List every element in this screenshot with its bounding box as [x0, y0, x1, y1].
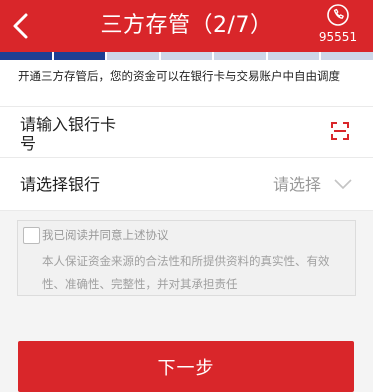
phone-service-icon — [327, 4, 349, 26]
bank-label: 请选择银行 — [20, 175, 101, 194]
card-number-label: 请输入银行卡号 — [20, 115, 117, 153]
top-header: 三方存管（2/7） 95551 — [0, 0, 373, 52]
bank-select-value[interactable]: 请选择 — [273, 175, 321, 194]
hotline-number: 95551 — [318, 30, 358, 44]
progress-step — [0, 52, 52, 60]
agreement-checkbox[interactable] — [23, 227, 40, 244]
agreement-text: 本人保证资金来源的合法性和所提供资料的真实性、有效性、准确性、完整性，并对其承担… — [42, 254, 330, 291]
progress-step — [160, 52, 213, 60]
hotline-button[interactable]: 95551 — [315, 3, 361, 49]
agreement-box: 我已阅读并同意上述协议 本人保证资金来源的合法性和所提供资料的真实性、有效性、准… — [17, 220, 356, 296]
progress-step — [53, 52, 106, 60]
progress-step — [214, 52, 266, 60]
next-step-button[interactable]: 下一步 — [18, 341, 354, 392]
step-progress — [0, 52, 373, 60]
bank-select-row[interactable]: 请选择银行 请选择 — [0, 157, 373, 211]
card-number-field[interactable]: 请输入银行卡号 — [0, 106, 373, 157]
scan-icon[interactable] — [331, 122, 349, 140]
progress-step — [107, 52, 159, 60]
progress-step — [321, 52, 373, 60]
notice-text: 开通三方存管后，您的资金可以在银行卡与交易账户中自由调度 — [0, 60, 373, 106]
progress-step — [267, 52, 320, 60]
chevron-down-icon[interactable] — [333, 178, 353, 190]
agreement-label[interactable]: 我已阅读并同意上述协议 — [42, 227, 169, 243]
